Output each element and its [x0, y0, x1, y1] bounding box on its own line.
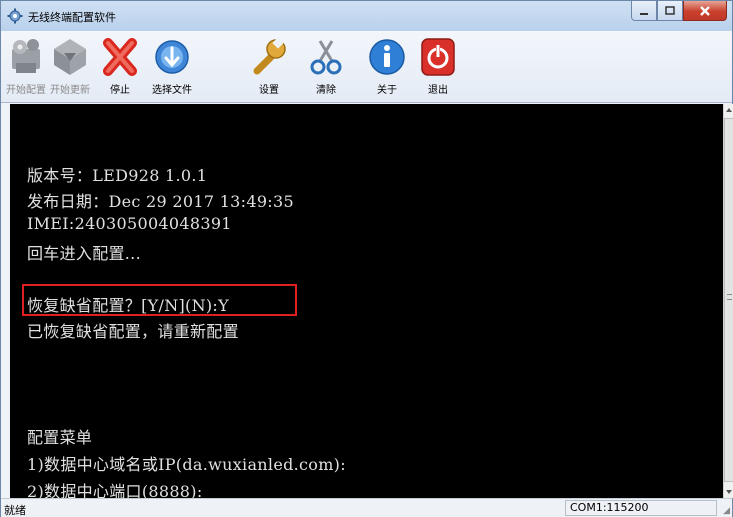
minimize-icon [640, 12, 648, 15]
close-icon [700, 5, 710, 16]
window-controls [631, 1, 727, 21]
console-line: 配置菜单 [27, 428, 93, 447]
stop-icon [103, 38, 137, 76]
about-icon [369, 39, 405, 75]
start-update-icon [54, 39, 86, 75]
maximize-icon [665, 5, 675, 15]
toolbar: 开始配置 开始更新 停止 选择文件 设置 清除 关于 退出 [1, 31, 732, 103]
start-config-label: 开始配置 [6, 85, 46, 96]
stop-label: 停止 [110, 85, 130, 96]
console-line: 已恢复缺省配置，请重新配置 [27, 322, 239, 341]
window-title: 无线终端配置软件 [28, 11, 116, 24]
settings-label: 设置 [259, 85, 279, 96]
about-button[interactable]: 关于 [367, 35, 407, 96]
exit-label: 退出 [428, 85, 448, 96]
start-config-button[interactable]: 开始配置 [5, 35, 47, 96]
arrow-down-icon [726, 490, 732, 494]
console-line: IMEI:240305004048391 [27, 214, 232, 233]
console-line: 发布日期：Dec 29 2017 13:49:35 [27, 192, 294, 211]
console-line: 1)数据中心域名或IP(da.wuxianled.com): [27, 455, 346, 474]
scroll-up-button[interactable] [724, 104, 733, 116]
select-file-icon [155, 40, 189, 74]
stop-button[interactable]: 停止 [100, 35, 140, 96]
clear-icon [310, 40, 342, 75]
scroll-thumb[interactable] [724, 118, 733, 482]
console-output[interactable]: 版本号：LED928 1.0.1 发布日期：Dec 29 2017 13:49:… [10, 104, 723, 498]
app-window: 无线终端配置软件 开始配置 开始更新 停止 选择文件 设置 清除 关于 退出 版… [0, 0, 733, 517]
close-button[interactable] [683, 1, 727, 21]
start-update-button[interactable]: 开始更新 [48, 35, 92, 96]
arrow-up-icon [726, 108, 732, 112]
maximize-button[interactable] [657, 1, 683, 21]
scroll-down-button[interactable] [724, 486, 733, 498]
exit-icon [421, 38, 455, 76]
console-line: 2)数据中心端口(8888): [27, 482, 203, 498]
start-config-icon [12, 39, 40, 73]
clear-label: 清除 [316, 85, 336, 96]
console-line: 回车进入配置... [27, 244, 141, 263]
exit-button[interactable]: 退出 [418, 35, 458, 96]
settings-icon [253, 37, 286, 75]
minimize-button[interactable] [631, 1, 657, 21]
vertical-scrollbar[interactable] [723, 104, 733, 498]
clear-button[interactable]: 清除 [308, 35, 344, 96]
about-label: 关于 [377, 85, 397, 96]
console-line: 版本号：LED928 1.0.1 [27, 166, 208, 185]
status-text: 就绪 [4, 504, 26, 517]
status-bar: 就绪 COM1:115200 ◢ [1, 498, 732, 517]
title-bar[interactable]: 无线终端配置软件 [1, 1, 732, 31]
highlight-box [22, 284, 297, 316]
start-update-label: 开始更新 [50, 85, 90, 96]
select-file-label: 选择文件 [152, 85, 192, 96]
resize-grip-icon[interactable]: ◢ [723, 506, 730, 516]
select-file-button[interactable]: 选择文件 [147, 35, 197, 96]
settings-button[interactable]: 设置 [251, 35, 287, 96]
scroll-grip-icon [727, 294, 732, 300]
app-gear-icon [7, 8, 23, 24]
com-port-status: COM1:115200 [565, 500, 717, 516]
